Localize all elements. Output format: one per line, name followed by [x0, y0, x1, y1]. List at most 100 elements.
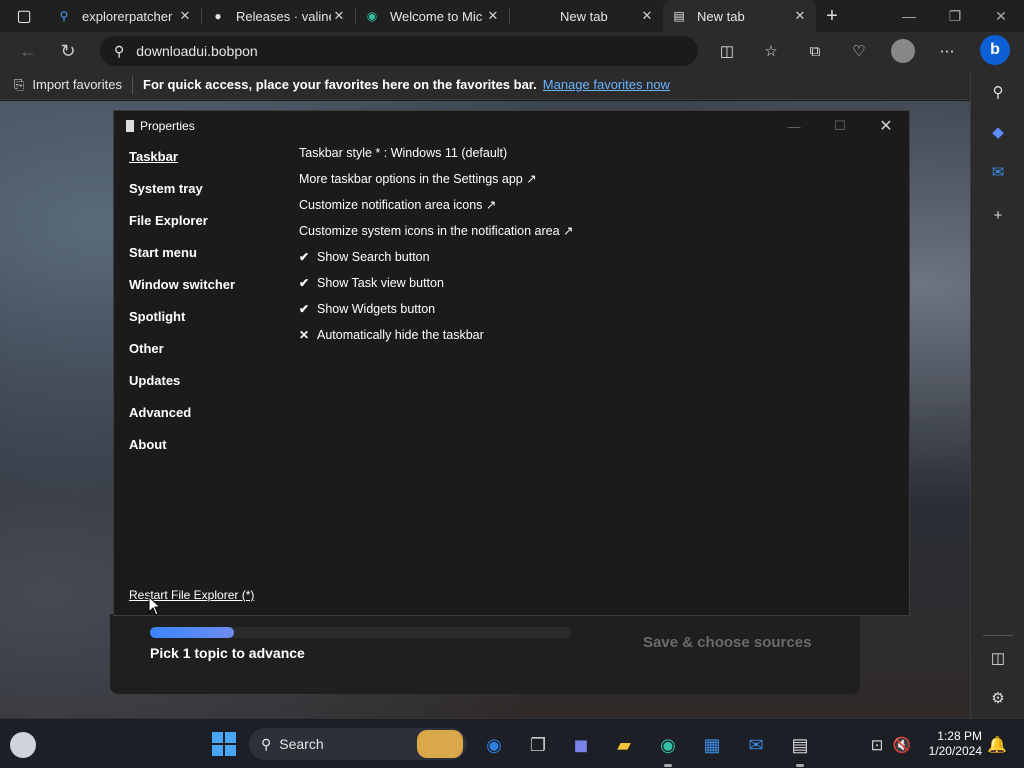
- refresh-button[interactable]: ↻: [48, 32, 88, 70]
- tab-close-icon[interactable]: ✕: [331, 8, 347, 24]
- taskbar-search-label: Search: [279, 736, 324, 752]
- properties-app-icon: [124, 120, 134, 132]
- tab-close-icon[interactable]: ✕: [639, 8, 655, 24]
- progress-fill: [150, 627, 235, 638]
- nav-item-other[interactable]: Other: [129, 339, 235, 371]
- collections-button[interactable]: ⧉: [793, 32, 837, 70]
- import-favorites-button[interactable]: ⎘ Import favorites: [0, 77, 122, 93]
- running-indicator: [796, 764, 804, 767]
- clock-time: 1:28 PM: [937, 729, 982, 743]
- tab-close-icon[interactable]: ✕: [177, 8, 193, 24]
- onboarding-panel: Pick 1 topic to advance Save & choose so…: [110, 614, 860, 694]
- volume-muted-icon[interactable]: 🔇: [889, 732, 915, 758]
- search-icon: ⚲: [261, 735, 272, 752]
- option-system-icons-link[interactable]: Customize system icons in the notificati…: [299, 222, 573, 248]
- favorites-bar: ⎘ Import favorites For quick access, pla…: [0, 70, 970, 100]
- refresh-icon: ↻: [60, 40, 76, 61]
- option-settings-app-link[interactable]: More taskbar options in the Settings app…: [299, 170, 573, 196]
- tab-close-icon[interactable]: ✕: [792, 8, 808, 24]
- running-indicator: [664, 764, 672, 767]
- tab-close-icon[interactable]: ✕: [485, 8, 501, 24]
- tab-actions-icon: ▢: [16, 8, 32, 25]
- option-auto-hide-taskbar[interactable]: ✕ Automatically hide the taskbar: [299, 326, 573, 352]
- outlook-icon[interactable]: ✉: [988, 162, 1008, 182]
- nav-item-taskbar[interactable]: Taskbar: [129, 147, 235, 179]
- nav-item-spotlight[interactable]: Spotlight: [129, 307, 235, 339]
- split-screen-button[interactable]: ◫: [705, 32, 749, 70]
- tab-explorerpatcher[interactable]: ⚲ explorerpatcher ✕: [48, 0, 201, 32]
- nav-item-start-menu[interactable]: Start menu: [129, 243, 235, 275]
- nav-item-updates[interactable]: Updates: [129, 371, 235, 403]
- search-favicon-icon: ⚲: [59, 9, 69, 23]
- search-icon[interactable]: ⚲: [988, 82, 1008, 102]
- start-button[interactable]: [212, 732, 236, 756]
- edge-preview-icon[interactable]: ◉: [481, 732, 507, 758]
- windows-taskbar: ⚲ Search ◉ ❐ ◼ ▰ ◉ ▦ ✉ ▤ ⊡ 🔇 1:28 PM 1/2…: [0, 718, 1024, 768]
- tab-welcome[interactable]: ◉ Welcome to Mic ✕: [356, 0, 509, 32]
- copilot-button[interactable]: b: [980, 35, 1010, 65]
- notification-bell-icon[interactable]: 🔔: [984, 732, 1010, 758]
- import-favorites-label: Import favorites: [32, 77, 122, 92]
- close-window-button[interactable]: ✕: [978, 0, 1024, 32]
- settings-more-button[interactable]: ⋯: [925, 32, 969, 70]
- address-text: downloadui.bobpon: [136, 43, 258, 59]
- nav-item-advanced[interactable]: Advanced: [129, 403, 235, 435]
- tab-actions-button[interactable]: ▢: [0, 0, 48, 32]
- favorites-star-button[interactable]: ☆: [749, 32, 793, 70]
- nav-item-system-tray[interactable]: System tray: [129, 179, 235, 211]
- properties-window-controls: — ☐ ✕: [771, 111, 909, 141]
- taskbar-clock[interactable]: 1:28 PM 1/20/2024: [918, 729, 982, 759]
- address-bar[interactable]: ⚲ downloadui.bobpon: [100, 36, 698, 66]
- avatar: [891, 39, 915, 63]
- properties-maximize-button[interactable]: ☐: [817, 111, 863, 141]
- nav-item-about[interactable]: About: [129, 435, 235, 467]
- file-explorer-icon[interactable]: ▰: [611, 732, 637, 758]
- taskbar-search[interactable]: ⚲ Search: [249, 728, 467, 760]
- properties-title: Properties: [140, 119, 195, 133]
- edge-sidebar: ⚲ ◆ ✉ + ◫ ⚙: [970, 70, 1024, 718]
- arrow-left-icon: ←: [19, 40, 37, 61]
- edge-favicon-icon: ◉: [366, 9, 378, 23]
- nav-item-window-switcher[interactable]: Window switcher: [129, 275, 235, 307]
- favbar-separator: [132, 75, 133, 94]
- back-button[interactable]: ←: [8, 32, 48, 70]
- bing-icon: b: [990, 41, 1000, 58]
- sidebar-panel-icon[interactable]: ◫: [988, 648, 1008, 668]
- weather-widget-icon[interactable]: [10, 732, 36, 758]
- option-notification-icons-link[interactable]: Customize notification area icons ↗: [299, 196, 573, 222]
- teams-chat-icon[interactable]: ◼: [568, 732, 594, 758]
- restore-button[interactable]: ❐: [932, 0, 978, 32]
- import-icon: ⎘: [14, 76, 25, 92]
- store-icon[interactable]: ▦: [699, 732, 725, 758]
- edge-icon[interactable]: ◉: [655, 732, 681, 758]
- gear-icon[interactable]: ⚙: [988, 688, 1008, 708]
- option-show-widgets-button[interactable]: ✔ Show Widgets button: [299, 300, 573, 326]
- copilot-icon[interactable]: ◆: [988, 122, 1008, 142]
- mail-icon[interactable]: ✉: [743, 732, 769, 758]
- option-taskbar-style[interactable]: Taskbar style * : Windows 11 (default): [299, 144, 573, 170]
- option-show-task-view-button[interactable]: ✔ Show Task view button: [299, 274, 573, 300]
- plus-icon[interactable]: +: [988, 205, 1008, 225]
- nav-item-file-explorer[interactable]: File Explorer: [129, 211, 235, 243]
- option-show-search-button[interactable]: ✔ Show Search button: [299, 248, 573, 274]
- taskbar-options: Taskbar style * : Windows 11 (default) M…: [299, 144, 573, 352]
- minimize-button[interactable]: —: [886, 0, 932, 32]
- network-icon[interactable]: ⊡: [864, 732, 890, 758]
- save-choose-sources-button[interactable]: Save & choose sources: [643, 634, 811, 651]
- profile-button[interactable]: [881, 32, 925, 70]
- tab-title: Welcome to Mic: [390, 8, 483, 24]
- browser-essentials-button[interactable]: ♡: [837, 32, 881, 70]
- tab-new-tab-2[interactable]: ▤ New tab ✕: [663, 0, 816, 32]
- properties-close-button[interactable]: ✕: [863, 111, 909, 141]
- cross-icon: ✕: [299, 328, 310, 342]
- tab-title: Releases · valine: [236, 8, 331, 24]
- tab-releases[interactable]: ● Releases · valine ✕: [202, 0, 355, 32]
- tab-new-tab-1[interactable]: New tab ✕: [510, 0, 663, 32]
- properties-app-taskbar-icon[interactable]: ▤: [787, 732, 813, 758]
- checkmark-icon: ✔: [299, 302, 310, 316]
- new-tab-button[interactable]: +: [816, 0, 848, 32]
- manage-favorites-link[interactable]: Manage favorites now: [543, 77, 670, 92]
- properties-minimize-button[interactable]: —: [771, 111, 817, 141]
- topic-progress-bar: [150, 627, 572, 638]
- task-view-icon[interactable]: ❐: [525, 732, 551, 758]
